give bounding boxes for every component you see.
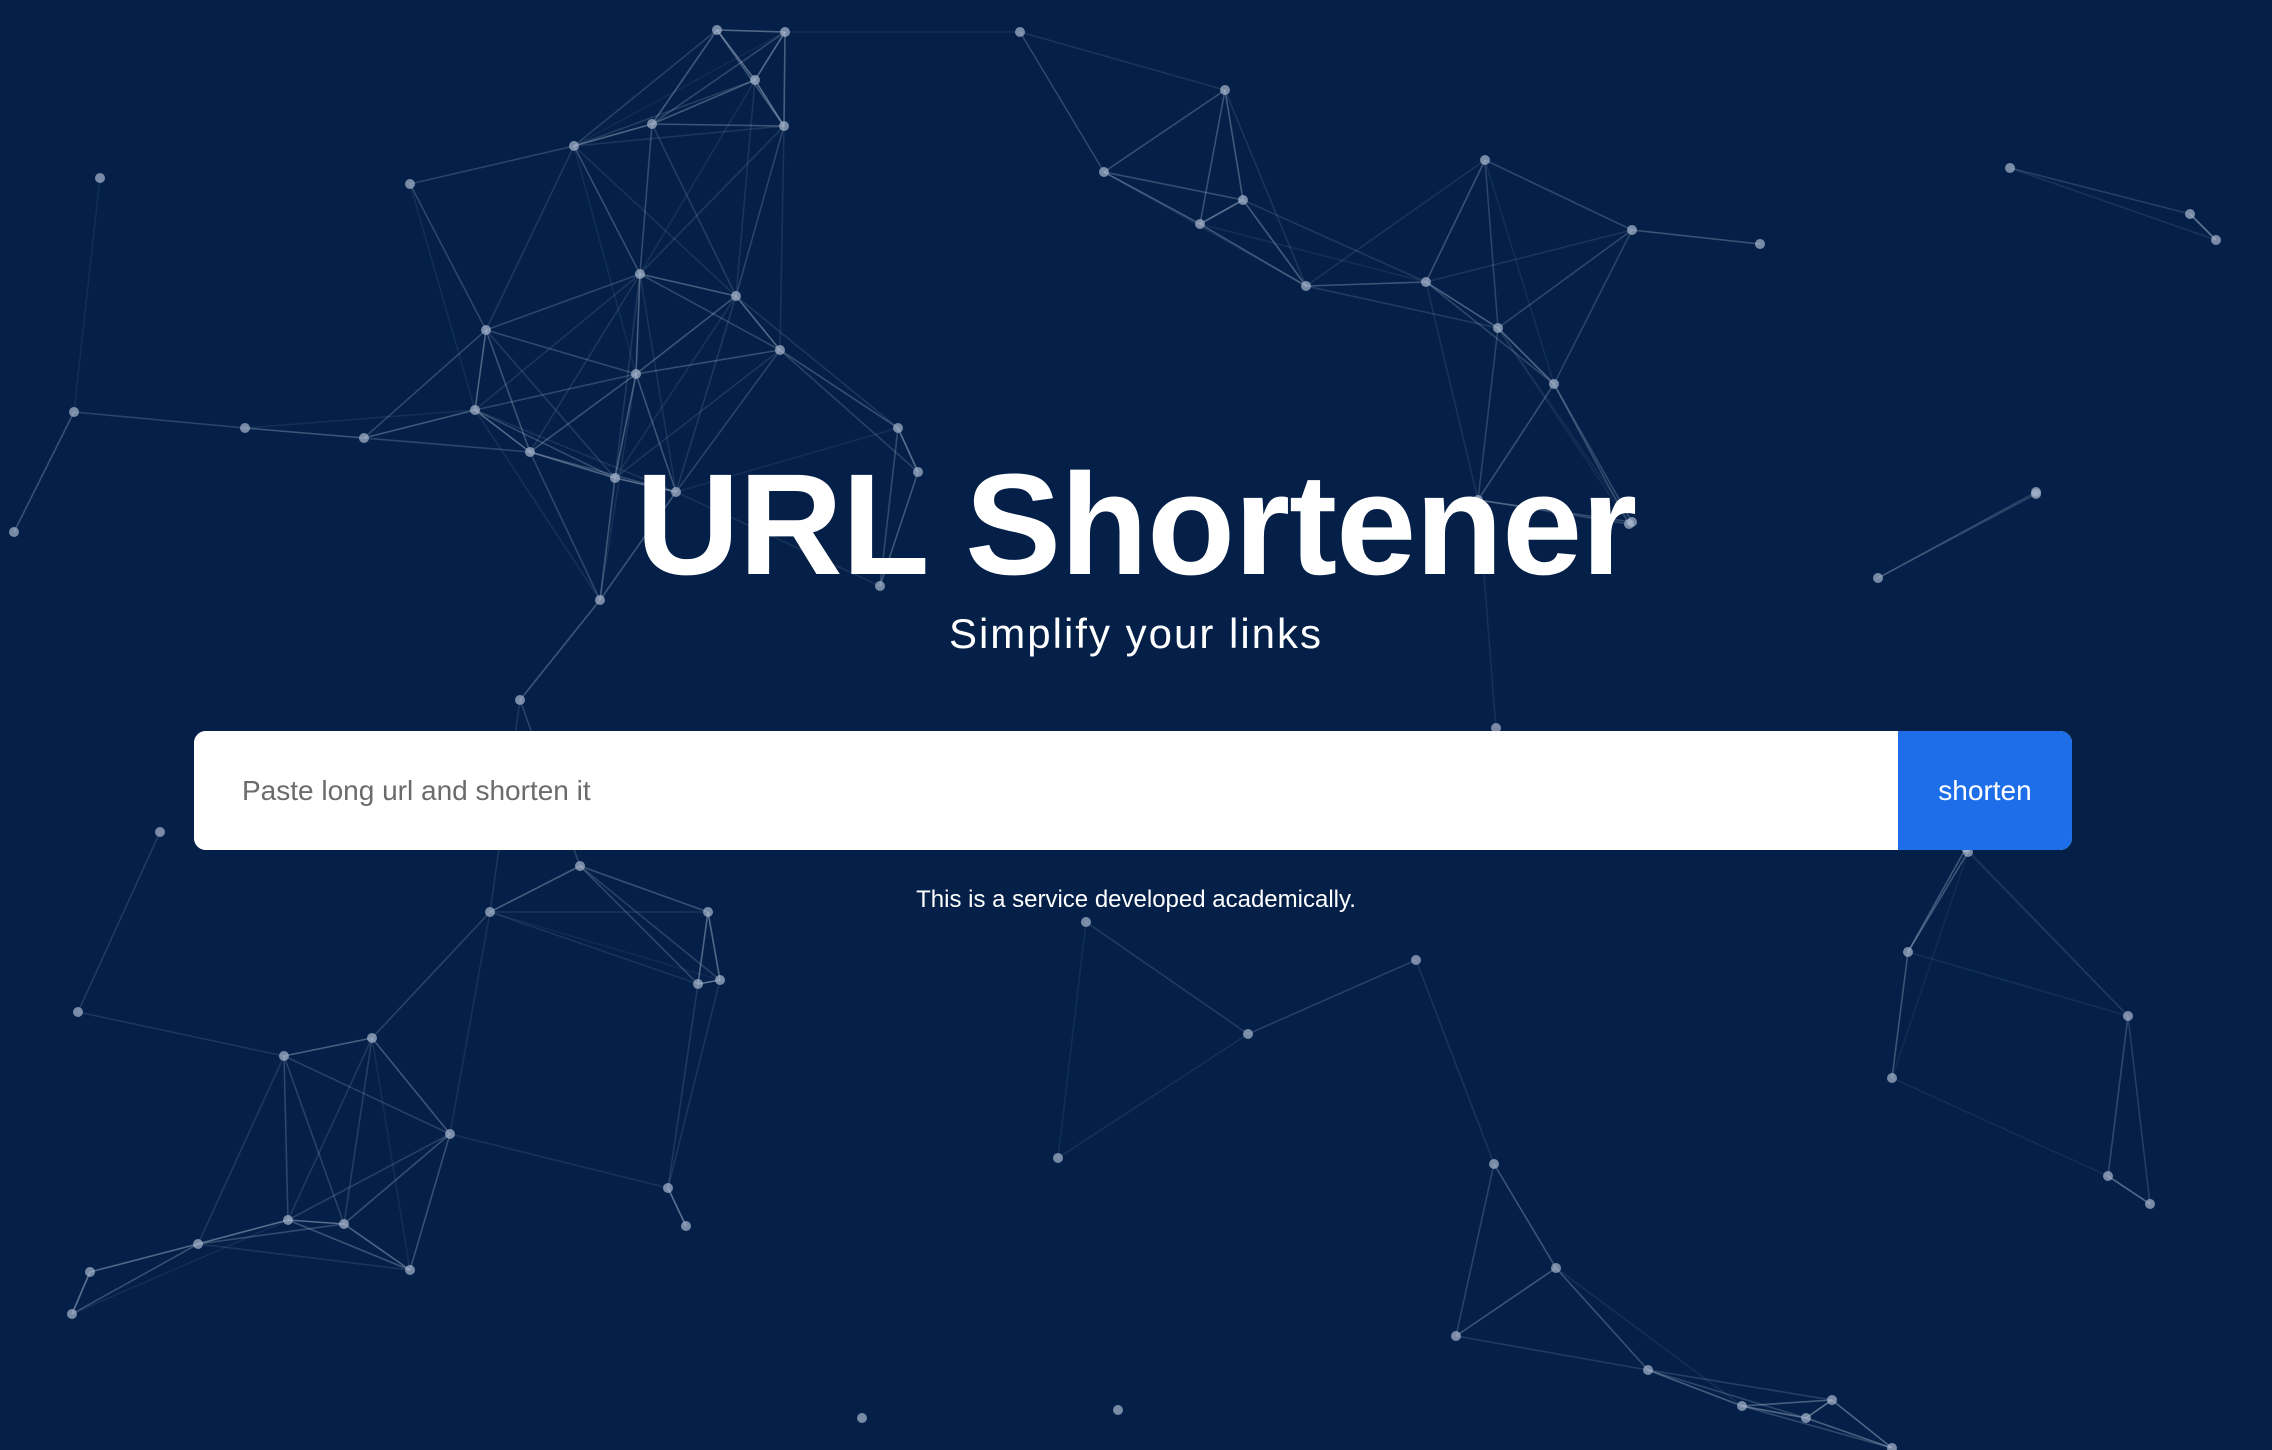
shorten-button[interactable]: shorten xyxy=(1898,731,2072,850)
page-subtitle: Simplify your links xyxy=(948,610,1324,657)
url-input[interactable] xyxy=(194,731,1898,850)
disclaimer-text: This is a service developed academically… xyxy=(916,886,1356,913)
page-title: URL Shortener xyxy=(635,444,1637,605)
hero-section: URL Shortener Simplify your links shorte… xyxy=(0,0,2272,1450)
page: URL Shortener Simplify your links shorte… xyxy=(0,0,2272,1450)
shorten-form: shorten xyxy=(194,731,2072,850)
